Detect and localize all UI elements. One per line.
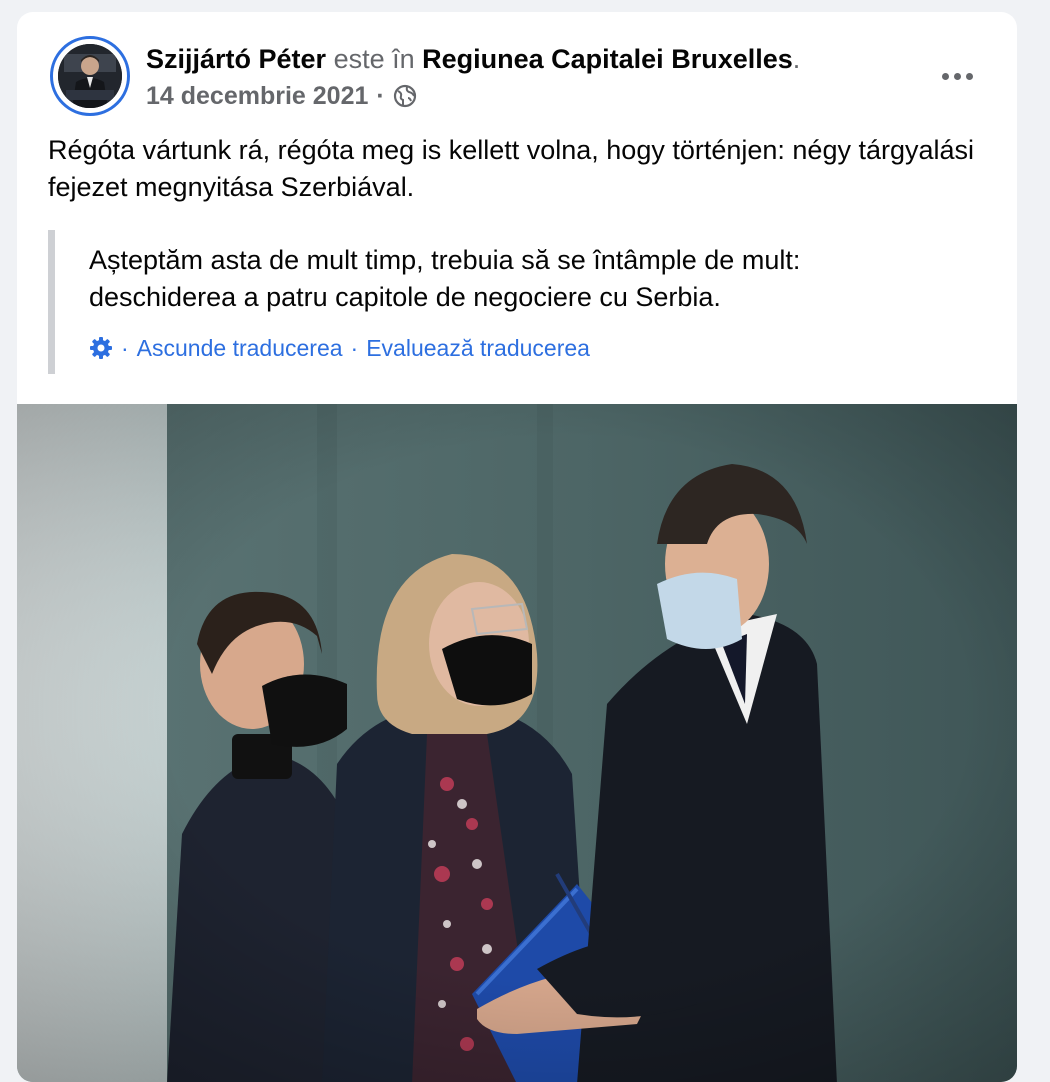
location-link[interactable]: Regiunea Capitalei Bruxelles: [422, 44, 793, 74]
avatar[interactable]: [50, 36, 130, 116]
post-card: Szijjártó Péter este în Regiunea Capital…: [17, 12, 1017, 1082]
rate-translation-link[interactable]: Evaluează traducerea: [366, 333, 590, 363]
translation-actions: · Ascunde traducerea · Evaluează traduce…: [89, 333, 988, 363]
avatar-image[interactable]: [58, 44, 122, 108]
more-options-button[interactable]: [937, 64, 977, 88]
more-dots-icon: [941, 72, 949, 80]
post-photo[interactable]: [17, 404, 1017, 1082]
post-meta: 14 decembrie 2021 ·: [146, 80, 417, 112]
action-separator: ·: [350, 335, 359, 361]
meta-separator: ·: [376, 82, 385, 110]
action-separator: ·: [121, 335, 129, 361]
post-text: Régóta vártunk rá, régóta meg is kellett…: [48, 135, 975, 202]
translation-block: Așteptăm asta de mult timp, trebuia să s…: [48, 230, 988, 374]
translation-text: Așteptăm asta de mult timp, trebuia să s…: [89, 230, 988, 316]
post-date[interactable]: 14 decembrie 2021: [146, 80, 368, 112]
post-header: Szijjártó Péter este în Regiunea Capital…: [50, 36, 977, 116]
globe-icon[interactable]: [393, 84, 417, 108]
gear-icon[interactable]: [89, 336, 113, 360]
location-suffix: .: [792, 44, 801, 74]
author-name[interactable]: Szijjártó Péter: [146, 44, 326, 74]
translation-line-1: Așteptăm asta de mult timp, trebuia să s…: [89, 245, 801, 275]
hide-translation-link[interactable]: Ascunde traducerea: [137, 333, 343, 363]
location-connector: este în: [326, 44, 423, 74]
translation-line-2: deschiderea a patru capitole de negocier…: [89, 282, 721, 312]
author-line: Szijjártó Péter este în Regiunea Capital…: [146, 42, 800, 76]
